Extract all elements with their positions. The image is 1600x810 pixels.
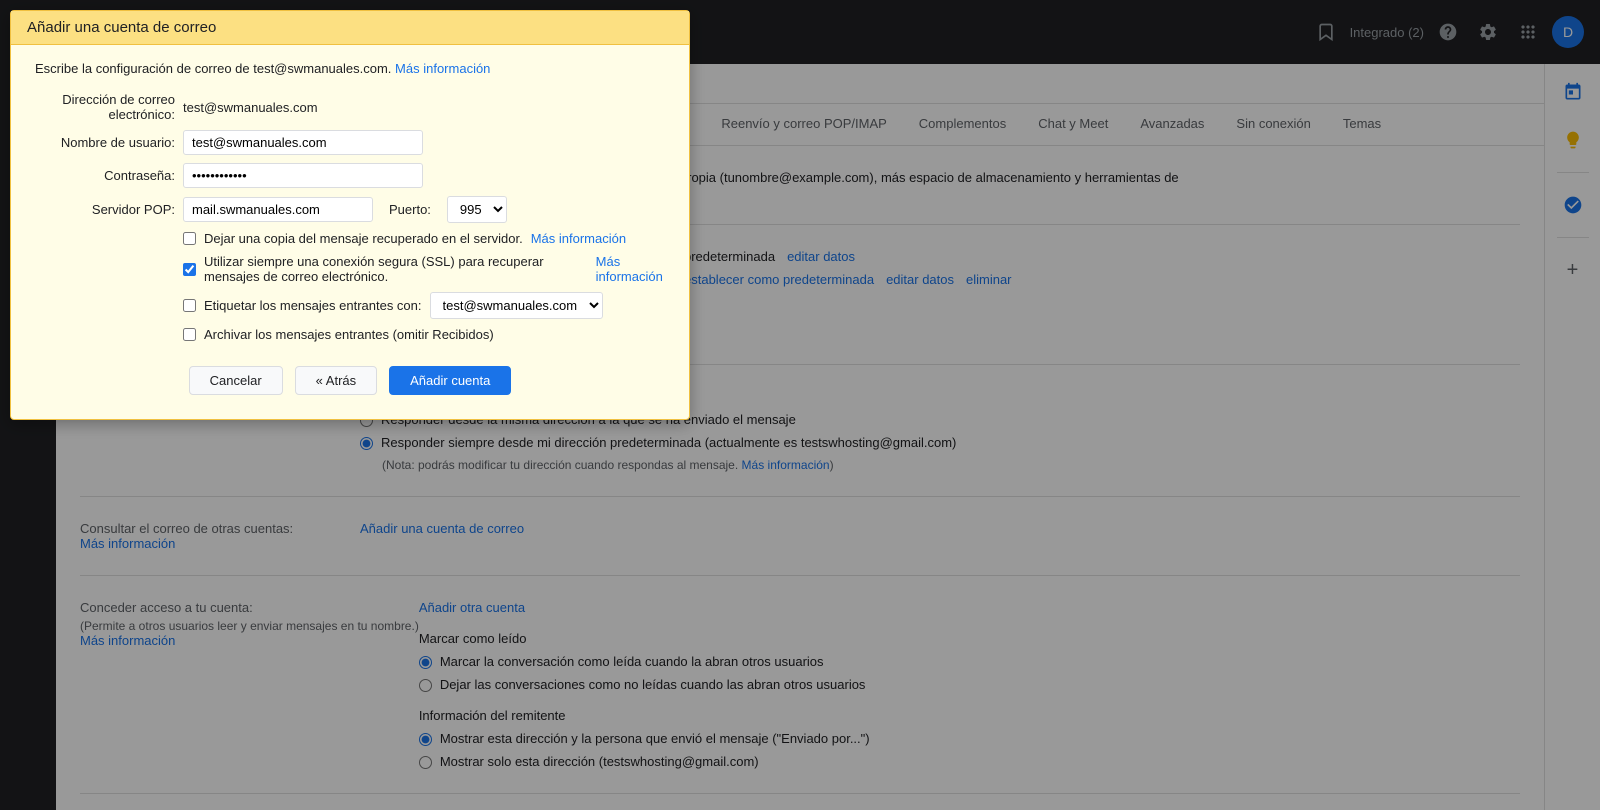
modal-subtitle-link[interactable]: Más información	[395, 61, 490, 76]
checkbox2[interactable]	[183, 263, 196, 276]
email-label: Dirección de correo electrónico:	[35, 92, 175, 122]
pop-label: Servidor POP:	[35, 202, 175, 217]
email-value: test@swmanuales.com	[183, 100, 318, 115]
modal-title: Añadir una cuenta de correo	[11, 11, 689, 45]
modal-subtitle: Escribe la configuración de correo de te…	[35, 61, 665, 76]
modal-buttons: Cancelar « Atrás Añadir cuenta	[35, 350, 665, 403]
checkbox1[interactable]	[183, 232, 196, 245]
checkbox3-label: Etiquetar los mensajes entrantes con:	[204, 298, 422, 313]
add-account-button[interactable]: Añadir cuenta	[389, 366, 511, 395]
password-label: Contraseña:	[35, 168, 175, 183]
username-input[interactable]	[183, 130, 423, 155]
checkbox1-row: Dejar una copia del mensaje recuperado e…	[35, 231, 665, 246]
back-button[interactable]: « Atrás	[295, 366, 377, 395]
password-row: Contraseña:	[35, 163, 665, 188]
checkbox2-row: Utilizar siempre una conexión segura (SS…	[35, 254, 665, 284]
pop-row: Servidor POP: Puerto: 995 110 993	[35, 196, 665, 223]
cancel-button[interactable]: Cancelar	[189, 366, 283, 395]
checkbox4[interactable]	[183, 328, 196, 341]
modal-overlay: Añadir una cuenta de correo Escribe la c…	[0, 0, 1600, 810]
checkbox4-row: Archivar los mensajes entrantes (omitir …	[35, 327, 665, 342]
port-select[interactable]: 995 110 993	[447, 196, 507, 223]
checkbox1-link[interactable]: Más información	[531, 231, 626, 246]
username-row: Nombre de usuario:	[35, 130, 665, 155]
checkbox3[interactable]	[183, 299, 196, 312]
checkbox2-label: Utilizar siempre una conexión segura (SS…	[204, 254, 588, 284]
checkbox2-link[interactable]: Más información	[596, 254, 665, 284]
username-label: Nombre de usuario:	[35, 135, 175, 150]
checkbox4-label: Archivar los mensajes entrantes (omitir …	[204, 327, 494, 342]
pop-server-input[interactable]	[183, 197, 373, 222]
add-email-modal: Añadir una cuenta de correo Escribe la c…	[10, 10, 690, 420]
label-select[interactable]: test@swmanuales.com	[430, 292, 603, 319]
email-row: Dirección de correo electrónico: test@sw…	[35, 92, 665, 122]
port-label: Puerto:	[389, 202, 431, 217]
checkbox1-label: Dejar una copia del mensaje recuperado e…	[204, 231, 523, 246]
password-input[interactable]	[183, 163, 423, 188]
checkbox3-row: Etiquetar los mensajes entrantes con: te…	[35, 292, 665, 319]
